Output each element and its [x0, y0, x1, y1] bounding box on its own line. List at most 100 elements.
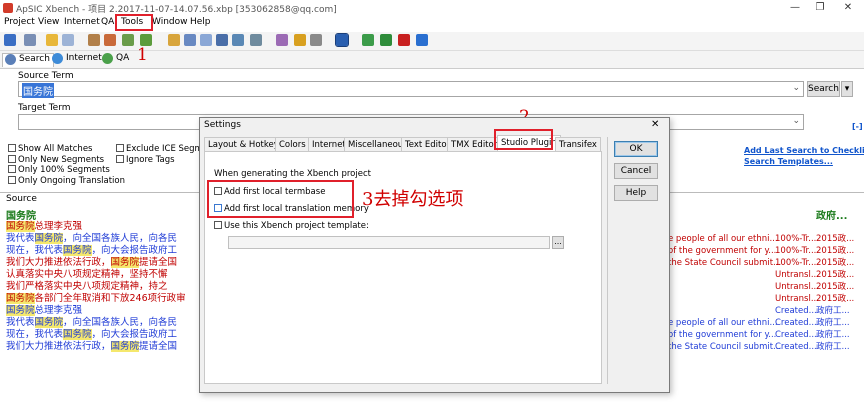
source-text: 我代表: [6, 233, 35, 244]
search-button[interactable]: Search: [807, 81, 840, 97]
tab-search[interactable]: Search: [2, 53, 54, 67]
source-term-input[interactable]: 国务院 ⌄: [18, 81, 804, 98]
checkbox-icon[interactable]: [116, 154, 124, 163]
globe-icon: [52, 53, 63, 64]
paste-icon[interactable]: [184, 34, 196, 46]
checkbox-icon[interactable]: [8, 175, 16, 184]
tab-transifex[interactable]: Transifex: [555, 137, 601, 152]
open-folder-icon[interactable]: [46, 34, 58, 46]
bell-icon[interactable]: [294, 34, 306, 46]
help-button[interactable]: Help: [614, 185, 658, 201]
results-group-title: 国务院: [6, 211, 36, 222]
source-text: 各部门全年取消和下放246项行政审: [34, 293, 186, 304]
dark-green-square-icon[interactable]: [380, 34, 392, 46]
table-row[interactable]: 现在，我代表国务院，向大会报告政府工: [6, 329, 177, 341]
copy-icon[interactable]: [168, 34, 180, 46]
option-only-100-segments[interactable]: Only 100% Segments: [8, 165, 125, 176]
chevron-down-icon[interactable]: ⌄: [792, 116, 800, 126]
search-dropdown-icon[interactable]: ▾: [841, 81, 853, 97]
refresh-icon[interactable]: [62, 34, 74, 46]
match-highlight: 国务院: [63, 329, 92, 340]
checkbox-icon[interactable]: [8, 144, 16, 152]
tab-internet[interactable]: Internet: [50, 53, 105, 66]
add-last-search-link[interactable]: Add Last Search to Checklist...: [744, 146, 864, 155]
search-options-left: Show All Matches Only New Segments Only …: [8, 144, 125, 186]
table-row[interactable]: 国务院各部门全年取消和下放246项行政审: [6, 293, 186, 305]
menu-help[interactable]: Help: [190, 17, 211, 27]
minimize-icon[interactable]: —: [787, 1, 803, 14]
menu-view[interactable]: View: [38, 17, 59, 27]
option-only-new-segments[interactable]: Only New Segments: [8, 154, 125, 166]
source-text: 现在，我代表: [6, 329, 64, 340]
option-only-ongoing[interactable]: Only Ongoing Translation: [8, 175, 125, 187]
dialog-title: Settings: [204, 120, 241, 130]
checkbox-icon[interactable]: [116, 144, 124, 152]
forward-icon[interactable]: [24, 34, 36, 46]
option-label: Only New Segments: [18, 154, 105, 165]
chevron-down-icon[interactable]: ⌄: [792, 83, 800, 93]
table-row[interactable]: 我们严格落实中央八项规定精神，持之: [6, 281, 168, 293]
match-highlight: 国务院: [34, 233, 64, 244]
file-text: 2015政...: [816, 282, 855, 292]
use-template-option[interactable]: Use this Xbench project template:: [214, 221, 369, 231]
dialog-close-icon[interactable]: ✕: [651, 119, 659, 130]
option-label: Ignore Tags: [126, 154, 175, 165]
blue-square-icon[interactable]: [416, 34, 428, 46]
close-icon[interactable]: ✕: [840, 1, 856, 14]
dialog-divider: [607, 137, 608, 384]
table-row[interactable]: 国务院总理李克强: [6, 221, 82, 233]
tab-search-label: Search: [19, 54, 50, 64]
file-text: 2015政...: [816, 234, 855, 244]
red-square-icon[interactable]: [398, 34, 410, 46]
back-icon[interactable]: [4, 34, 16, 46]
checkbox-icon[interactable]: [8, 165, 16, 173]
project-icon[interactable]: [88, 34, 100, 46]
tab-qa[interactable]: QA: [100, 53, 132, 66]
source-text: 认真落实中央八项规定精神，坚持不懈: [6, 269, 168, 280]
find-icon[interactable]: [200, 34, 212, 46]
source-text: 总理李克强: [34, 305, 83, 316]
tag-icon[interactable]: [276, 34, 288, 46]
match-highlight: 国务院: [110, 257, 140, 268]
table-row[interactable]: 现在，我代表国务院，向大会报告政府工: [6, 245, 177, 257]
table-row[interactable]: 国务院总理李克强: [6, 305, 82, 317]
pin-icon[interactable]: [310, 34, 322, 46]
settings-dialog: Settings ✕ Layout & Hotkeys Colors Inter…: [199, 117, 670, 393]
checkbox-icon[interactable]: [8, 154, 16, 163]
option-show-all-matches[interactable]: Show All Matches: [8, 144, 125, 155]
table-row[interactable]: 我代表国务院，向全国各族人民，向各民: [6, 317, 177, 329]
settings-icon[interactable]: [104, 34, 116, 46]
cancel-button[interactable]: Cancel: [614, 163, 658, 179]
table-row[interactable]: 我们大力推进依法行政，国务院提请全国: [6, 257, 177, 269]
tab-colors[interactable]: Colors: [275, 137, 310, 152]
globe-icon[interactable]: [232, 34, 244, 46]
table-row[interactable]: 我们大力推进依法行政，国务院提请全国: [6, 341, 177, 353]
window-title: ApSIC Xbench - 项目 2.2017-11-07-14.07.56.…: [16, 5, 337, 15]
ok-button[interactable]: OK: [614, 141, 658, 157]
restore-icon[interactable]: ❐: [812, 1, 828, 14]
status-text: 100%-Tr...: [775, 234, 817, 244]
menu-window[interactable]: Window: [152, 17, 188, 27]
collapse-link[interactable]: [-]: [852, 122, 863, 131]
menu-internet[interactable]: Internet: [64, 17, 100, 27]
template-path-input[interactable]: [228, 236, 550, 249]
match-highlight: 国务院: [6, 293, 35, 304]
search-templates-link[interactable]: Search Templates...: [744, 157, 833, 166]
target-text: e people of all our ethni...: [668, 234, 778, 244]
checkbox-icon[interactable]: [214, 221, 222, 229]
source-text: ，向大会报告政府工: [91, 329, 178, 340]
table-row[interactable]: 我代表国务院，向全国各族人民，向各民: [6, 233, 177, 245]
list-view-icon[interactable]: [335, 33, 349, 47]
green-square-icon[interactable]: [362, 34, 374, 46]
table-row[interactable]: 认真落实中央八项规定精神，坚持不懈: [6, 269, 168, 281]
qa-icon: [102, 53, 113, 64]
menu-qa[interactable]: QA: [101, 17, 114, 27]
section-label: When generating the Xbench project: [214, 169, 371, 179]
search-icon[interactable]: [216, 34, 228, 46]
tab-internet-label: Internet: [66, 53, 102, 63]
list-icon[interactable]: [250, 34, 262, 46]
menu-project[interactable]: Project: [4, 17, 35, 27]
browse-button[interactable]: ...: [552, 236, 564, 249]
file-text: 政府工...: [816, 306, 850, 316]
document-icon[interactable]: [122, 34, 134, 46]
